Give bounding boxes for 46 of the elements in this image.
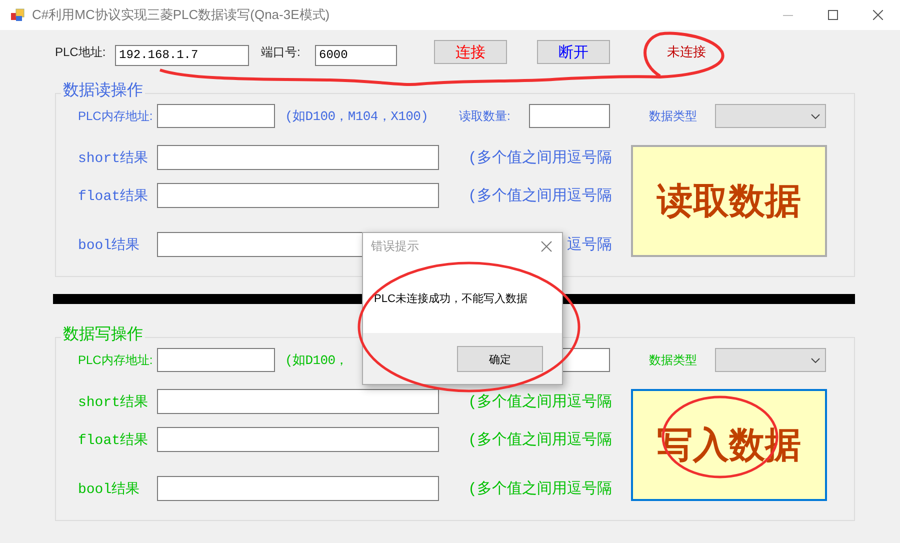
result-hint: 逗号隔 xyxy=(567,236,612,254)
count-label: 读取数量: xyxy=(459,108,512,124)
data-type-label: 数据类型 xyxy=(649,352,698,368)
result-label: bool结果 xyxy=(78,480,141,498)
result-label: short结果 xyxy=(78,394,150,410)
result-label: float结果 xyxy=(78,432,150,448)
port-label: 端口号: xyxy=(261,44,302,60)
disconnect-button[interactable]: 断开 xyxy=(537,40,610,64)
address-hint: (如D100， xyxy=(285,352,349,369)
ip-label: PLC地址: xyxy=(55,44,107,60)
result-field[interactable] xyxy=(157,427,439,452)
result-hint: (多个值之间用逗号隔 xyxy=(468,148,612,167)
caret-icon xyxy=(811,358,820,362)
address-field[interactable] xyxy=(157,348,275,372)
read-data-button[interactable]: 读取数据 xyxy=(631,145,827,257)
dialog-message: PLC未连接成功，不能写入数据 xyxy=(373,292,528,307)
result-hint: (多个值之间用逗号隔 xyxy=(468,186,612,205)
connection-status: 未连接 xyxy=(667,43,706,61)
close-icon[interactable] xyxy=(541,240,552,252)
result-label: bool结果 xyxy=(78,236,141,254)
result-label: float结果 xyxy=(78,188,150,204)
data-type-label: 数据类型 xyxy=(649,108,698,124)
caret-icon xyxy=(811,114,820,118)
section-title: 数据读操作 xyxy=(61,82,145,100)
ok-button[interactable]: 确定 xyxy=(457,346,543,372)
result-field[interactable] xyxy=(157,183,439,208)
window-title: C#利用MC协议实现三菱PLC数据读写(Qna-3E模式) xyxy=(32,6,330,24)
dialog-title: 错误提示 xyxy=(371,238,420,254)
app-icon xyxy=(10,7,26,23)
address-label: PLC内存地址: xyxy=(78,352,154,368)
result-label: short结果 xyxy=(78,150,150,166)
count-field[interactable] xyxy=(529,104,610,128)
result-field[interactable] xyxy=(157,145,439,170)
close-icon[interactable] xyxy=(872,10,882,20)
result-field[interactable] xyxy=(157,476,439,501)
address-label: PLC内存地址: xyxy=(78,108,154,124)
address-hint: (如D100，M104，X100) xyxy=(285,108,430,125)
ip-field[interactable]: 192.168.1.7 xyxy=(115,44,249,66)
result-hint: (多个值之间用逗号隔 xyxy=(468,479,612,498)
address-field[interactable] xyxy=(157,104,275,128)
result-hint: (多个值之间用逗号隔 xyxy=(468,430,612,449)
result-hint: (多个值之间用逗号隔 xyxy=(468,392,612,411)
result-field[interactable] xyxy=(157,389,439,414)
port-field[interactable]: 6000 xyxy=(315,44,397,66)
maximize-icon[interactable] xyxy=(828,10,838,20)
section-title: 数据写操作 xyxy=(61,326,145,344)
